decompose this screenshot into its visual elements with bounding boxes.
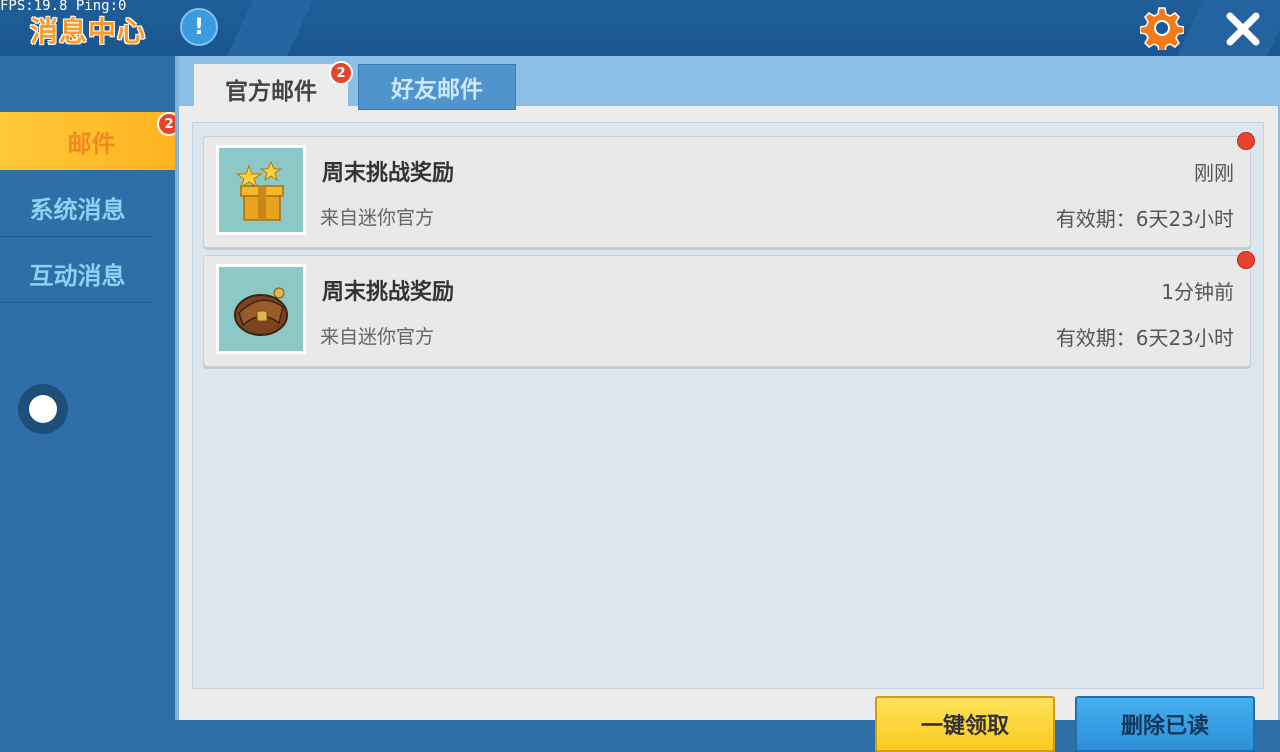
tab-friend-mail[interactable]: 好友邮件 — [358, 64, 516, 110]
mail-sender: 来自迷你官方 — [320, 326, 435, 348]
mail-title: 周末挑战奖励 — [322, 280, 455, 305]
joystick-dot — [29, 395, 57, 423]
sidebar-item-interaction[interactable]: 互动消息 — [0, 244, 155, 303]
unread-indicator — [1237, 132, 1255, 150]
claim-all-button[interactable]: 一键领取 — [875, 696, 1055, 752]
exclamation-icon[interactable]: ! — [180, 8, 218, 46]
sidebar: 邮件 2 系统消息 互动消息 — [0, 56, 183, 720]
mail-time: 刚刚 — [1194, 161, 1234, 185]
mail-title: 周末挑战奖励 — [322, 161, 455, 186]
page-title: 消息中心 — [30, 15, 147, 48]
sidebar-item-mail[interactable]: 邮件 — [0, 112, 183, 170]
fps-readout: FPS:19.8 Ping:0 — [0, 0, 127, 14]
mail-list: 周末挑战奖励 来自迷你官方 刚刚 有效期：6天23小时 周末挑战奖励 来自迷你官… — [192, 122, 1264, 689]
gear-icon[interactable] — [1139, 6, 1185, 53]
tab-label: 官方邮件 — [225, 79, 317, 105]
mail-sender: 来自迷你官方 — [320, 207, 435, 229]
mail-expiry: 有效期：6天23小时 — [1055, 207, 1234, 231]
list-item[interactable]: 周末挑战奖励 来自迷你官方 刚刚 有效期：6天23小时 — [203, 132, 1255, 248]
decor-stripe — [226, 0, 314, 56]
backpack-icon — [216, 264, 306, 354]
sidebar-item-system[interactable]: 系统消息 — [0, 178, 155, 237]
sidebar-item-label: 系统消息 — [29, 195, 126, 224]
mail-panel: 周末挑战奖励 来自迷你官方 刚刚 有效期：6天23小时 周末挑战奖励 来自迷你官… — [179, 106, 1278, 752]
delete-read-button[interactable]: 删除已读 — [1075, 696, 1255, 752]
sidebar-item-label: 互动消息 — [29, 261, 126, 290]
gift-box-icon — [216, 145, 306, 235]
official-mail-badge: 2 — [329, 61, 353, 85]
mail-time: 1分钟前 — [1161, 280, 1234, 304]
tab-official-mail[interactable]: 官方邮件 — [194, 64, 348, 114]
sidebar-item-label: 邮件 — [67, 129, 116, 158]
unread-indicator — [1237, 251, 1255, 269]
joystick-handle[interactable] — [18, 384, 68, 434]
list-item[interactable]: 周末挑战奖励 来自迷你官方 1分钟前 有效期：6天23小时 — [203, 251, 1255, 367]
close-icon[interactable] — [1222, 8, 1264, 50]
mail-expiry: 有效期：6天23小时 — [1055, 326, 1234, 350]
main-content: 周末挑战奖励 来自迷你官方 刚刚 有效期：6天23小时 周末挑战奖励 来自迷你官… — [179, 56, 1280, 752]
tab-label: 好友邮件 — [391, 77, 483, 103]
